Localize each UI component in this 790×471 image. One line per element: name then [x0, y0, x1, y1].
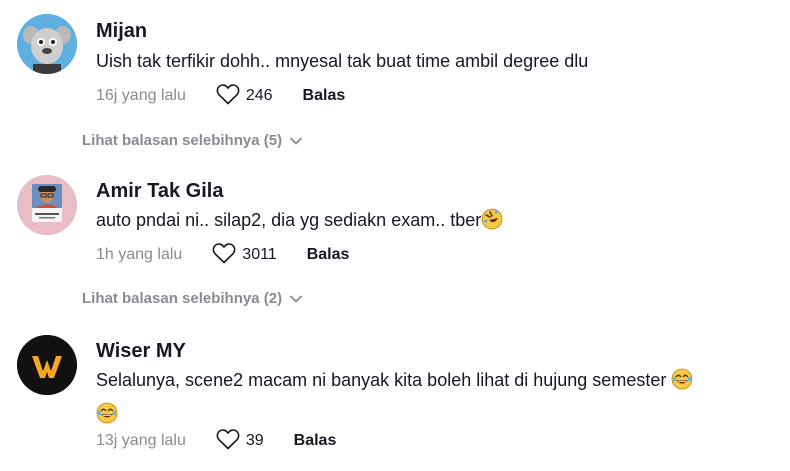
comment-meta: 1h yang lalu 3011 Balas: [96, 242, 350, 269]
like-button[interactable]: 39: [216, 428, 264, 455]
grinning-sweat-emoji: [671, 368, 693, 399]
heart-outline-icon: [216, 83, 240, 110]
comment-time: 13j yang lalu: [96, 432, 186, 449]
comment-time: 1h yang lalu: [96, 246, 183, 263]
comment-meta: 16j yang lalu 246 Balas: [96, 83, 346, 110]
comment-text: Selalunya, scene2 macam ni banyak kita b…: [96, 365, 693, 433]
heart-outline-icon: [216, 428, 240, 455]
like-count: 39: [245, 432, 264, 449]
like-count: 246: [245, 87, 273, 104]
heart-outline-icon: [212, 242, 236, 269]
like-button[interactable]: 246: [216, 83, 273, 110]
reply-button[interactable]: Balas: [294, 432, 337, 450]
reply-button[interactable]: Balas: [307, 246, 350, 264]
reply-button[interactable]: Balas: [303, 87, 346, 105]
comment-text: Uish tak terfikir dohh.. mnyesal tak bua…: [96, 51, 589, 71]
avatar[interactable]: [17, 335, 77, 395]
comment-text-content: auto pndai ni.. silap2, dia yg sediakn e…: [96, 210, 482, 230]
view-more-replies-button[interactable]: Lihat balasan selebihnya (2): [82, 290, 302, 307]
like-count: 3011: [242, 246, 277, 263]
avatar[interactable]: [17, 175, 77, 235]
chevron-down-icon: [290, 295, 302, 303]
like-button[interactable]: 3011: [212, 242, 277, 269]
comment-author[interactable]: Mijan: [96, 20, 147, 43]
more-replies-label: Lihat balasan selebihnya (2): [82, 290, 283, 307]
comment-text: auto pndai ni.. silap2, dia yg sediakn e…: [96, 205, 503, 239]
more-replies-label: Lihat balasan selebihnya (5): [82, 132, 283, 149]
comment-meta: 13j yang lalu 39 Balas: [96, 428, 337, 455]
comment-author[interactable]: Amir Tak Gila: [96, 180, 223, 203]
chevron-down-icon: [290, 137, 302, 145]
view-more-replies-button[interactable]: Lihat balasan selebihnya (5): [82, 132, 302, 149]
comment-time: 16j yang lalu: [96, 87, 186, 104]
comment-text-content: Selalunya, scene2 macam ni banyak kita b…: [96, 370, 667, 390]
rolling-on-floor-laughing-emoji: [481, 208, 503, 239]
comment-author[interactable]: Wiser MY: [96, 340, 186, 363]
avatar[interactable]: [17, 14, 77, 74]
